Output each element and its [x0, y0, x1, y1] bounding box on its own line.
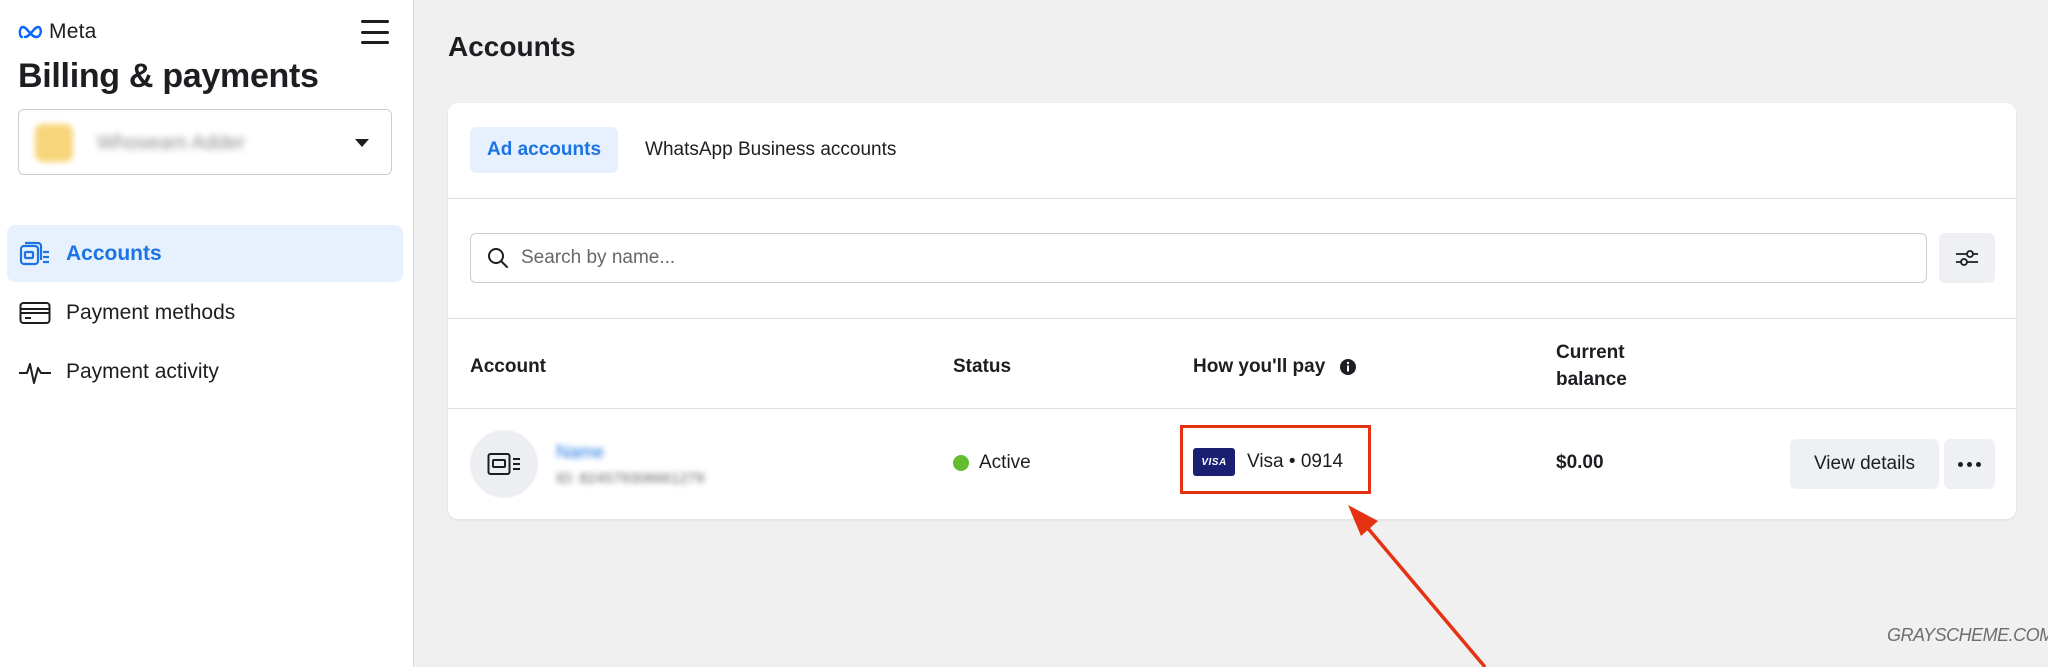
info-icon[interactable]: [1339, 358, 1357, 376]
sidebar-item-payment-activity[interactable]: Payment activity: [7, 343, 403, 400]
column-header-how-youll-pay: How you'll pay: [1193, 353, 1357, 380]
column-header-label: Current: [1556, 342, 1625, 363]
payment-method: VISA Visa • 0914: [1193, 448, 1343, 476]
status-label: Active: [979, 452, 1031, 473]
search-box: [470, 233, 1927, 283]
account-id: ID: 824579306661279: [556, 470, 705, 487]
view-details-button[interactable]: View details: [1790, 439, 1939, 489]
sidebar-item-label: Payment methods: [66, 300, 236, 324]
sidebar: Meta Billing & payments Whoseam Adder Ac…: [0, 0, 414, 667]
column-header-label: How you'll pay: [1193, 356, 1326, 377]
accounts-icon: [18, 239, 52, 269]
divider: [448, 408, 2016, 409]
activity-pulse-icon: [18, 357, 52, 387]
payment-method-label: Visa • 0914: [1247, 451, 1344, 472]
account-avatar: [35, 124, 73, 162]
watermark: GRAYSCHEME.COM: [1887, 625, 2048, 645]
filter-button[interactable]: [1939, 233, 1995, 283]
sidebar-item-accounts[interactable]: Accounts: [7, 225, 403, 282]
accounts-card: Ad accounts WhatsApp Business accounts A…: [448, 103, 2016, 519]
ad-account-avatar: [470, 430, 538, 498]
column-header-status: Status: [953, 356, 1012, 377]
sidebar-nav: Accounts Payment methods Payment activit…: [7, 225, 403, 402]
divider: [448, 198, 2016, 199]
status-badge: Active: [953, 452, 1031, 474]
meta-logo[interactable]: Meta: [18, 20, 97, 44]
app-title: Billing & payments: [18, 57, 319, 95]
account-selector[interactable]: Whoseam Adder: [18, 109, 392, 175]
column-header-account: Account: [470, 356, 546, 377]
caret-down-icon: [355, 139, 369, 147]
meta-infinity-icon: [18, 25, 42, 39]
credit-card-icon: [18, 298, 52, 328]
meta-logo-text: Meta: [49, 20, 97, 43]
current-balance: $0.00: [1556, 452, 1604, 473]
column-header-label: balance: [1556, 369, 1627, 390]
status-dot-icon: [953, 455, 969, 471]
tab-ad-accounts[interactable]: Ad accounts: [470, 127, 619, 173]
menu-icon[interactable]: [361, 20, 389, 44]
visa-card-icon: VISA: [1193, 448, 1235, 476]
sliders-icon: [1956, 250, 1978, 266]
tab-bar: Ad accounts WhatsApp Business accounts: [470, 127, 913, 173]
more-options-button[interactable]: [1944, 439, 1995, 489]
search-input[interactable]: [521, 247, 1901, 269]
divider: [448, 318, 2016, 319]
tab-whatsapp-business-accounts[interactable]: WhatsApp Business accounts: [628, 127, 913, 173]
sidebar-item-payment-methods[interactable]: Payment methods: [7, 284, 403, 341]
ad-account-icon: [487, 453, 520, 475]
page-title: Accounts: [448, 31, 576, 62]
sidebar-item-label: Accounts: [66, 241, 162, 265]
sidebar-item-label: Payment activity: [66, 359, 219, 383]
search-icon: [488, 248, 508, 268]
account-name-link[interactable]: Name: [556, 442, 604, 463]
account-selector-value: Whoseam Adder: [97, 132, 245, 154]
column-header-current-balance: Current balance: [1556, 339, 1627, 393]
